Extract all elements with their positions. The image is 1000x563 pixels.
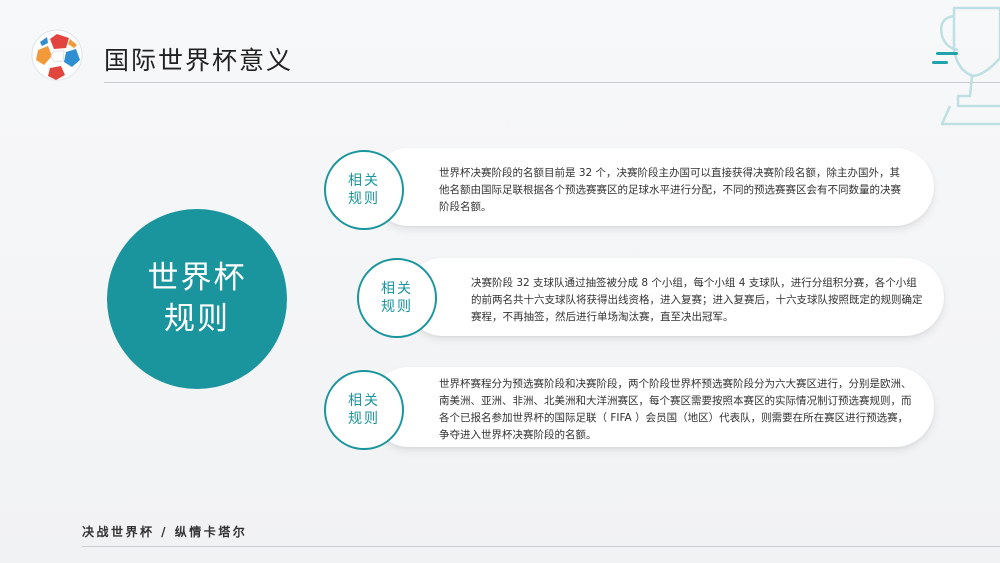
- rule-card-3-text: 世界杯赛程分为预选赛阶段和决赛阶段，两个阶段世界杯预选赛阶段分为六大赛区进行，分…: [439, 378, 912, 441]
- rule-card-3-tag: 相关规则: [324, 370, 404, 450]
- footer-slogan: 决战世界杯 / 纵情卡塔尔: [82, 525, 248, 539]
- rule-card-1-tag: 相关规则: [324, 150, 404, 230]
- title-divider: [104, 82, 1000, 83]
- rule-card-2-tag-label: 相关规则: [381, 281, 413, 315]
- rule-card-1-text: 世界杯决赛阶段的名额目前是 32 个，决赛阶段主办国可以直接获得决赛阶段名额，除…: [439, 167, 901, 213]
- rules-main-circle: 世界杯规则: [107, 209, 287, 389]
- soccer-ball-icon: [31, 29, 83, 81]
- footer-divider: [82, 546, 1000, 547]
- trophy-icon: [940, 6, 1000, 126]
- rule-card-3-tag-label: 相关规则: [348, 393, 380, 427]
- dash-decoration: [932, 52, 958, 64]
- rule-card-1-tag-label: 相关规则: [348, 173, 380, 207]
- rule-card-2-tag: 相关规则: [357, 258, 437, 338]
- main-circle-label: 世界杯规则: [147, 260, 247, 337]
- rule-card-2-text: 决赛阶段 32 支球队通过抽签被分成 8 个小组，每个小组 4 支球队，进行分组…: [471, 277, 923, 323]
- slide: 国际世界杯意义 世界杯规则 世界杯决赛阶段的名额目前是 32 个，决赛阶段主办国…: [0, 0, 1000, 563]
- page-title: 国际世界杯意义: [104, 46, 294, 75]
